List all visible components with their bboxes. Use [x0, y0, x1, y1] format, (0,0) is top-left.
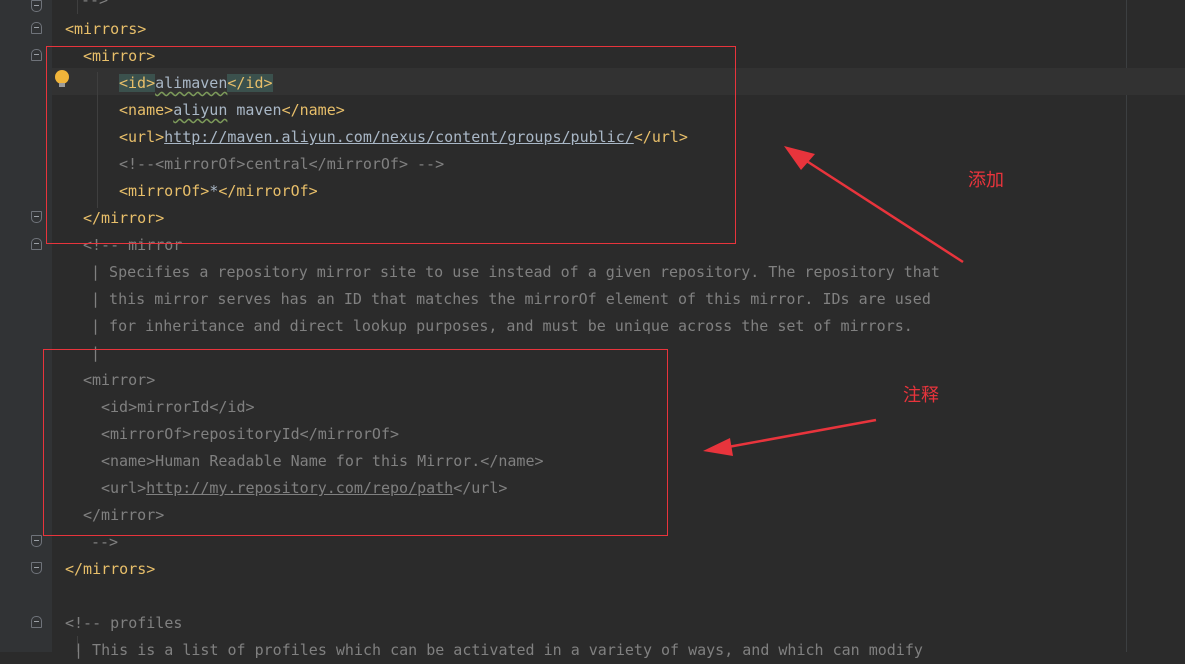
annotation-arrows [703, 146, 964, 456]
comment-arrow-line [727, 418, 877, 449]
added-arrow-head [784, 146, 815, 170]
comment-arrow-head [703, 438, 733, 456]
added-arrow-line [804, 158, 964, 264]
